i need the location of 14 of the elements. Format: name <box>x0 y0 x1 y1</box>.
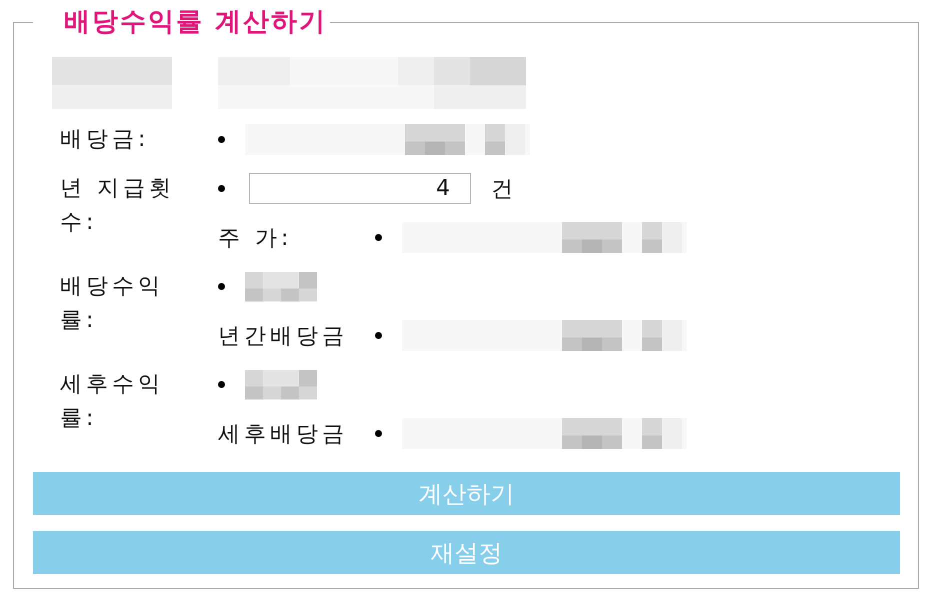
reset-button[interactable]: 재설정 <box>33 531 900 574</box>
unit-label: 건 <box>491 176 513 204</box>
field-label: 세후수익률: <box>60 371 165 433</box>
field-label: 배당수익률: <box>60 273 165 335</box>
field-label: 주 가: <box>218 224 294 252</box>
field-label: 년 지급횟수: <box>60 175 176 237</box>
count-input[interactable]: 4 <box>249 173 471 204</box>
field-label: 년간배당금 <box>218 322 349 350</box>
calculate-button[interactable]: 계산하기 <box>33 472 900 515</box>
form-title: 배당수익률 계산하기 <box>63 7 328 37</box>
field-label: 배당금: <box>60 126 150 154</box>
field-label: 세후배당금 <box>218 420 349 448</box>
pixelated-block <box>245 272 317 302</box>
pixelated-block <box>245 370 317 400</box>
